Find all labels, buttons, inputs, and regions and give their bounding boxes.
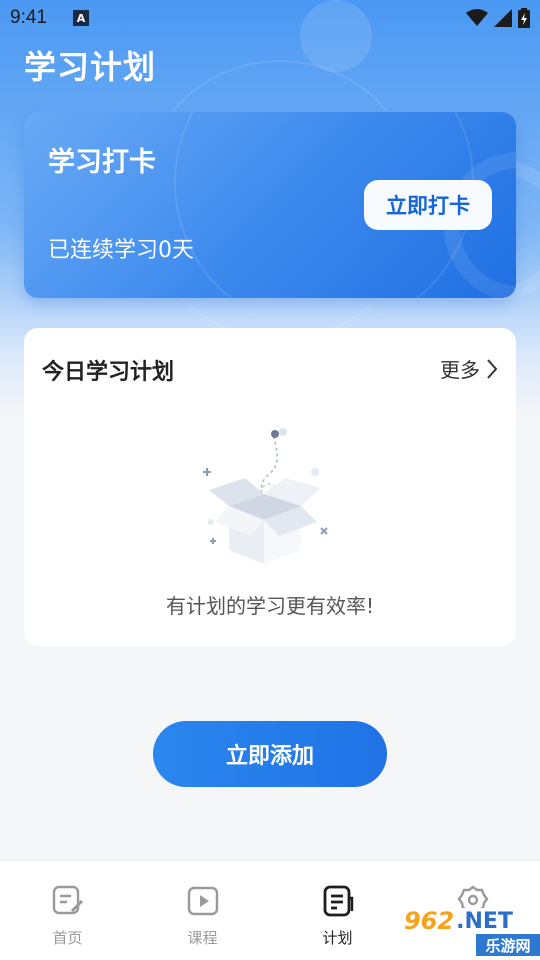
- site-watermark: 962 .NET 乐游网: [400, 907, 540, 958]
- home-note-icon: [50, 883, 86, 919]
- tab-label: 计划: [322, 929, 353, 947]
- add-plan-button[interactable]: 立即添加: [153, 721, 387, 787]
- watermark-logo: 962 .NET: [400, 907, 540, 935]
- checkin-button[interactable]: 立即打卡: [364, 180, 492, 230]
- status-bar: 9:41 A: [0, 0, 540, 36]
- page-title: 学习计划: [24, 48, 157, 86]
- more-link[interactable]: 更多: [440, 354, 498, 383]
- tab-label: 首页: [52, 929, 83, 947]
- watermark-suffix: .NET: [456, 908, 513, 934]
- today-plan-card: 今日学习计划 更多 有计划的学习更有效率!: [24, 328, 516, 646]
- play-video-icon: [185, 883, 221, 919]
- checkin-title: 学习打卡: [48, 147, 156, 178]
- more-label: 更多: [440, 358, 480, 382]
- chevron-right-icon: [487, 358, 498, 379]
- status-icons: [466, 8, 530, 28]
- tab-courses[interactable]: 课程: [135, 861, 270, 960]
- tab-plan[interactable]: 计划: [270, 861, 405, 960]
- watermark-site: 乐游网: [476, 934, 540, 956]
- checkin-card: 学习打卡 已连续学习0天 立即打卡: [24, 112, 516, 298]
- signal-icon: [494, 9, 512, 27]
- empty-state-text: 有计划的学习更有效率!: [165, 594, 375, 618]
- empty-box-illustration: [203, 428, 328, 564]
- wifi-icon: [466, 9, 488, 26]
- tab-label: 课程: [187, 929, 218, 947]
- a-badge-icon: A: [72, 10, 89, 26]
- battery-icon: [518, 8, 530, 28]
- watermark-number: 962: [404, 907, 455, 935]
- plan-document-icon: [320, 883, 356, 919]
- status-time: 9:41: [10, 7, 47, 28]
- tab-home[interactable]: 首页: [0, 861, 135, 960]
- streak-text: 已连续学习0天: [48, 238, 194, 263]
- plan-card-title: 今日学习计划: [42, 360, 175, 385]
